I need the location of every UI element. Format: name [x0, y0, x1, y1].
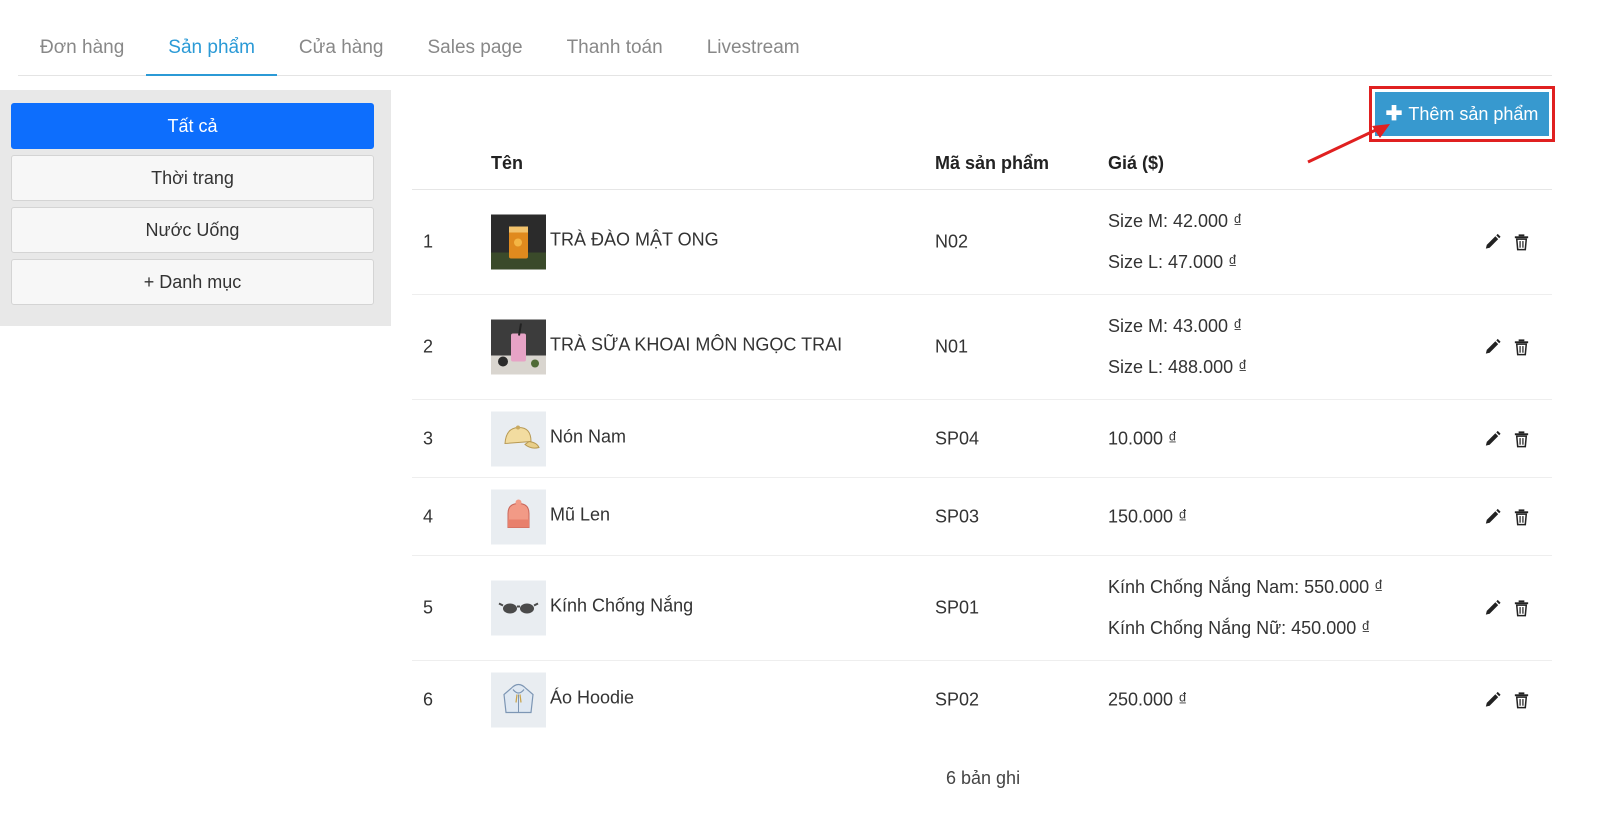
product-price: Kính Chống Nắng Nam: 550.000 ₫ Kính Chốn…	[1108, 567, 1383, 649]
row-number: 5	[423, 597, 434, 618]
edit-pencil-icon[interactable]	[1483, 691, 1502, 710]
table-row: 4 Mũ Len SP03 150.000 ₫	[412, 478, 1552, 556]
product-code: SP04	[935, 428, 980, 448]
tab-payment[interactable]: Thanh toán	[545, 22, 685, 76]
category-drinks[interactable]: Nước Uống	[11, 207, 374, 253]
product-name: TRÀ SỮA KHOAI MÔN NGỌC TRAI	[550, 334, 843, 355]
row-actions	[1483, 429, 1531, 448]
product-code: N02	[935, 231, 969, 252]
price-line: Kính Chống Nắng Nam: 550.000 ₫	[1108, 577, 1384, 597]
tab-bar: Đơn hàng Sản phẩm Cửa hàng Sales page Th…	[18, 22, 1552, 76]
column-header-code: Mã sản phẩm	[935, 153, 1050, 173]
row-number: 6	[423, 689, 434, 710]
product-code: SP03	[935, 506, 980, 526]
delete-trash-icon[interactable]	[1512, 507, 1531, 526]
row-actions	[1483, 691, 1531, 710]
product-price: 10.000 ₫	[1108, 418, 1177, 459]
price-line: 10.000 ₫	[1108, 428, 1178, 448]
edit-pencil-icon[interactable]	[1483, 429, 1502, 448]
row-actions	[1483, 233, 1531, 252]
row-number: 4	[423, 506, 434, 526]
category-sidebar: Tất cả Thời trang Nước Uống + Danh mục	[0, 90, 391, 326]
edit-pencil-icon[interactable]	[1483, 233, 1502, 252]
cap-icon	[491, 411, 546, 466]
tab-orders[interactable]: Đơn hàng	[18, 22, 146, 76]
edit-pencil-icon[interactable]	[1483, 599, 1502, 618]
row-number: 1	[423, 231, 434, 252]
category-fashion[interactable]: Thời trang	[11, 155, 374, 201]
table-header: Tên Mã sản phẩm Giá ($)	[412, 140, 1552, 190]
price-line: Size L: 488.000 ₫	[1108, 357, 1248, 377]
edit-pencil-icon[interactable]	[1483, 338, 1502, 357]
price-line: Kính Chống Nắng Nữ: 450.000 ₫	[1108, 618, 1371, 638]
product-name: Kính Chống Nắng	[550, 595, 694, 616]
product-code: N01	[935, 336, 969, 357]
record-count: 6 bản ghi	[946, 768, 1021, 788]
hoodie-icon	[491, 672, 546, 728]
price-line: Size M: 42.000 ₫	[1108, 211, 1243, 231]
row-actions	[1483, 599, 1531, 618]
product-table: Tên Mã sản phẩm Giá ($) 1 TRÀ ĐÀO MẬT ON…	[412, 140, 1552, 739]
product-price: Size M: 43.000 ₫ Size L: 488.000 ₫	[1108, 306, 1247, 388]
delete-trash-icon[interactable]	[1512, 429, 1531, 448]
tab-livestream[interactable]: Livestream	[685, 22, 822, 76]
product-price: 150.000 ₫	[1108, 496, 1187, 537]
product-name: Nón Nam	[550, 426, 627, 446]
edit-pencil-icon[interactable]	[1483, 507, 1502, 526]
product-code: SP01	[935, 597, 980, 618]
delete-trash-icon[interactable]	[1512, 599, 1531, 618]
price-line: Size M: 43.000 ₫	[1108, 316, 1243, 336]
add-product-label: Thêm sản phẩm	[1408, 103, 1539, 124]
row-actions	[1483, 507, 1531, 526]
beanie-icon	[491, 489, 546, 544]
table-row: 3 Nón Nam SP04 10.000 ₫	[412, 400, 1552, 478]
delete-trash-icon[interactable]	[1512, 233, 1531, 252]
peach-tea-photo-icon	[491, 214, 546, 270]
price-line: 250.000 ₫	[1108, 689, 1188, 710]
tab-sales-page[interactable]: Sales page	[405, 22, 544, 76]
add-category-button[interactable]: + Danh mục	[11, 259, 374, 305]
column-header-price: Giá ($)	[1108, 153, 1165, 173]
product-name: TRÀ ĐÀO MẬT ONG	[550, 229, 719, 250]
row-number: 3	[423, 428, 434, 448]
price-line: 150.000 ₫	[1108, 506, 1188, 526]
price-line: Size L: 47.000 ₫	[1108, 252, 1238, 272]
row-number: 2	[423, 336, 434, 357]
product-price: 250.000 ₫	[1108, 680, 1187, 721]
sunglasses-icon	[491, 580, 546, 636]
column-header-name: Tên	[491, 153, 524, 173]
delete-trash-icon[interactable]	[1512, 338, 1531, 357]
delete-trash-icon[interactable]	[1512, 691, 1531, 710]
product-code: SP02	[935, 689, 980, 710]
table-row: 2 TRÀ SỮA KHOAI MÔN NGỌC TRAI N01 Size M…	[412, 295, 1552, 400]
tab-store[interactable]: Cửa hàng	[277, 22, 406, 76]
table-row: 1 TRÀ ĐÀO MẬT ONG N02 Size M: 42.000 ₫ S…	[412, 190, 1552, 295]
product-price: Size M: 42.000 ₫ Size L: 47.000 ₫	[1108, 201, 1242, 283]
taro-milk-tea-photo-icon	[491, 319, 546, 375]
table-row: 6 Áo Hoodie SP02 250.000 ₫	[412, 661, 1552, 739]
row-actions	[1483, 338, 1531, 357]
table-row: 5 Kính Chống Nắng SP01 Kính Chống Nắng N…	[412, 556, 1552, 661]
tab-products[interactable]: Sản phẩm	[146, 22, 277, 76]
product-name: Áo Hoodie	[550, 687, 635, 708]
category-all[interactable]: Tất cả	[11, 103, 374, 149]
product-name: Mũ Len	[550, 504, 611, 524]
